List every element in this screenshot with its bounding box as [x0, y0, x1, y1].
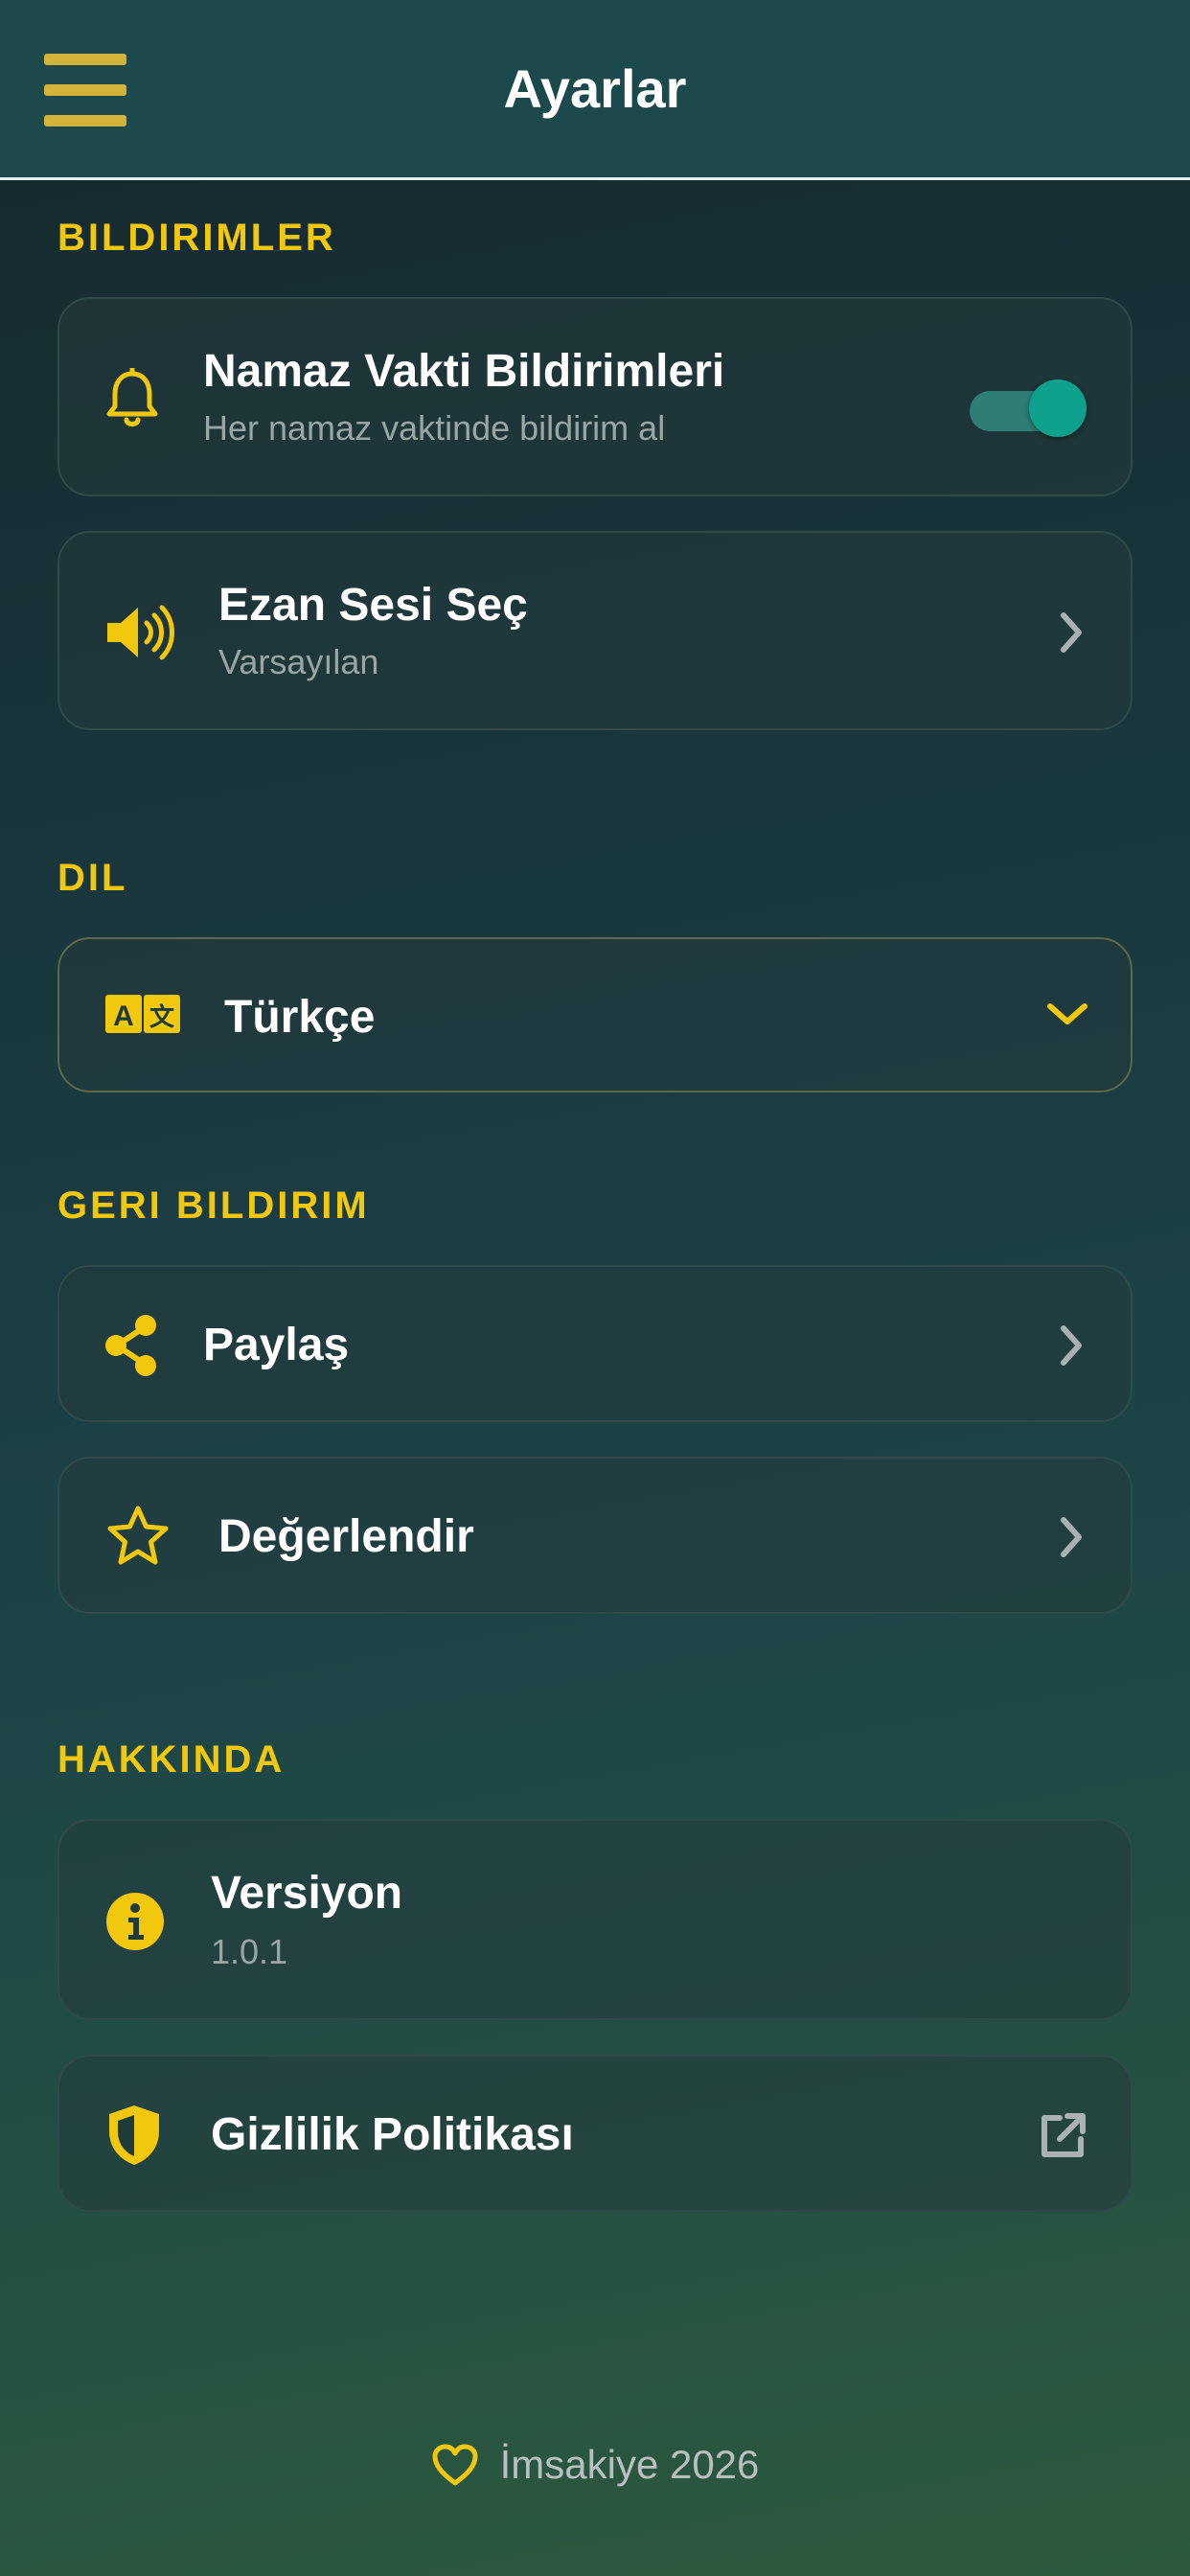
version-value: 1.0.1 [211, 1932, 288, 1971]
chevron-right-icon [1061, 1517, 1082, 1557]
prayer-notifications-subtitle: Her namaz vaktinde bildirim al [203, 408, 666, 448]
rate-row[interactable]: Değerlendir [57, 1457, 1133, 1614]
chevron-right-icon [1061, 612, 1082, 653]
share-row[interactable]: Paylaş [57, 1265, 1133, 1422]
page-title: Ayarlar [503, 58, 687, 119]
privacy-policy-row[interactable]: Gizlilik Politikası [57, 2055, 1133, 2212]
shield-icon [109, 2105, 159, 2165]
section-title-notifications: BILDIRIMLER [57, 217, 336, 259]
prayer-notifications-row: Namaz Vakti Bildirimleri Her namaz vakti… [57, 297, 1133, 496]
share-title: Paylaş [203, 1320, 350, 1370]
header-bar: Ayarlar [0, 0, 1190, 180]
svg-text:文: 文 [149, 1002, 175, 1032]
privacy-policy-title: Gizlilik Politikası [211, 2109, 574, 2160]
adhan-sound-title: Ezan Sesi Seç [218, 580, 528, 631]
bell-icon [106, 368, 158, 426]
rate-title: Değerlendir [218, 1511, 474, 1562]
section-title-about: HAKKINDA [57, 1738, 286, 1781]
language-select[interactable]: A 文 Türkçe [57, 937, 1133, 1092]
external-link-icon [1041, 2113, 1086, 2157]
star-icon [107, 1506, 169, 1565]
prayer-notifications-toggle[interactable] [970, 378, 1088, 437]
selected-language: Türkçe [224, 992, 376, 1043]
translate-icon: A 文 [105, 995, 180, 1033]
section-title-feedback: GERI BILDIRIM [57, 1184, 370, 1227]
footer-text: İmsakiye 2026 [499, 2442, 760, 2487]
footer: İmsakiye 2026 [0, 2442, 1190, 2509]
version-row: Versiyon 1.0.1 [57, 1819, 1133, 2020]
version-title: Versiyon [211, 1868, 403, 1919]
prayer-notifications-title: Namaz Vakti Bildirimleri [203, 346, 725, 397]
speaker-icon [107, 605, 174, 660]
section-title-language: DIL [57, 857, 128, 899]
svg-text:A: A [113, 1000, 134, 1032]
chevron-down-icon [1047, 1003, 1087, 1024]
share-icon [105, 1315, 156, 1376]
info-icon [106, 1893, 164, 1950]
chevron-right-icon [1061, 1325, 1082, 1366]
heart-icon [432, 2444, 478, 2486]
adhan-sound-row[interactable]: Ezan Sesi Seç Varsayılan [57, 531, 1133, 730]
adhan-sound-subtitle: Varsayılan [218, 642, 379, 681]
